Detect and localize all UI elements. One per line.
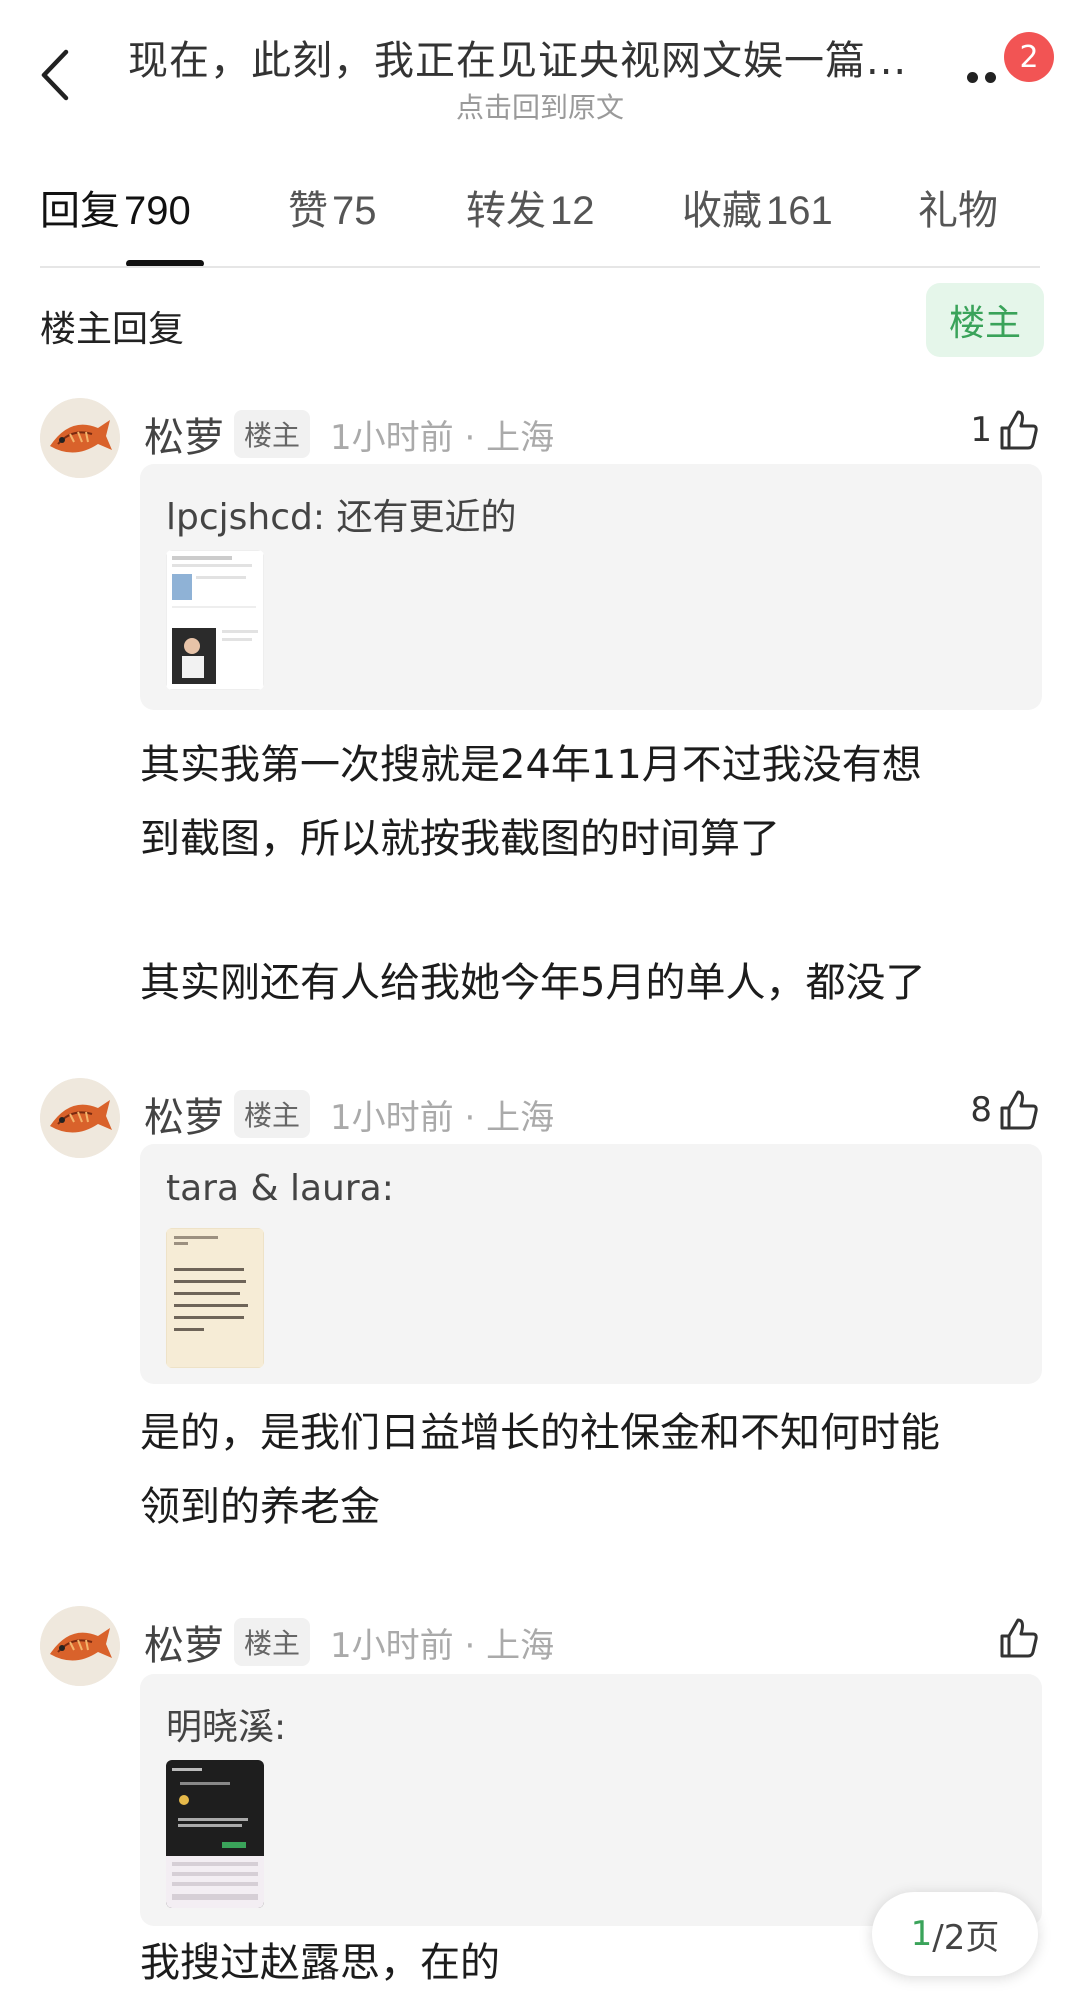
- tab-label: 回复: [40, 188, 120, 234]
- reply-meta: 松萝 楼主 1小时前 · 上海: [144, 1086, 554, 1142]
- avatar[interactable]: [40, 398, 120, 478]
- more-dot-icon: [967, 72, 978, 83]
- owner-tag: 楼主: [234, 410, 311, 458]
- interaction-tabs: 回复 790 赞 75 转发 12 收藏 161 礼物: [40, 178, 1040, 268]
- tab-divider: [40, 266, 1040, 268]
- reply-meta: 松萝 楼主 1小时前 · 上海: [144, 1614, 554, 1670]
- tab-label: 赞: [288, 188, 328, 234]
- reply-item: 松萝 楼主 1小时前 · 上海 1 lpcjshcd: 还有更近的 其实我第一次…: [0, 398, 1080, 1018]
- back-to-original-link[interactable]: 点击回到原文: [0, 86, 1080, 126]
- thumbs-up-icon: [1000, 1090, 1038, 1130]
- tab-count: 790: [124, 189, 191, 233]
- username[interactable]: 松萝: [144, 1085, 224, 1143]
- reply-item: 松萝 楼主 1小时前 · 上海 8 tara & laura: 是的，是我们日益…: [0, 1078, 1080, 1538]
- reply-meta: 松萝 楼主 1小时前 · 上海: [144, 406, 554, 462]
- reply-text-line: 其实刚还有人给我她今年5月的单人，都没了: [140, 960, 926, 1006]
- fish-avatar-icon: [40, 1606, 120, 1686]
- reply-text-line: [140, 876, 1040, 946]
- reply-text: 是的，是我们日益增长的社保金和不知何时能 领到的养老金: [140, 1396, 1040, 1544]
- avatar[interactable]: [40, 1078, 120, 1158]
- timestamp: 1小时前 · 上海: [330, 1097, 555, 1138]
- fish-avatar-icon: [40, 398, 120, 478]
- like-button[interactable]: [992, 1608, 1040, 1668]
- tab-likes[interactable]: 赞 75: [288, 178, 377, 236]
- quoted-text: lpcjshcd: 还有更近的: [166, 497, 517, 538]
- reply-text-line: 是的，是我们日益增长的社保金和不知何时能: [140, 1410, 940, 1456]
- thumbs-up-icon: [1000, 1618, 1038, 1658]
- reply-text-line: 到截图，所以就按我截图的时间算了: [140, 816, 780, 862]
- more-options-button[interactable]: [965, 52, 1005, 92]
- tab-gifts[interactable]: 礼物: [918, 178, 998, 236]
- timestamp: 1小时前 · 上海: [330, 1625, 555, 1666]
- fish-avatar-icon: [40, 1078, 120, 1158]
- tab-count: 161: [766, 189, 833, 233]
- quoted-reply[interactable]: 明晓溪:: [140, 1674, 1042, 1926]
- tab-favorites[interactable]: 收藏 161: [682, 178, 833, 236]
- quoted-image-thumbnail[interactable]: [166, 1760, 264, 1908]
- screenshot-thumbnail-icon: [166, 550, 264, 690]
- tab-label: 礼物: [918, 188, 998, 234]
- tab-label: 收藏: [682, 188, 762, 234]
- top-bar: 现在，此刻，我正在见证央视网文娱一篇... 点击回到原文 2: [0, 0, 1080, 150]
- username[interactable]: 松萝: [144, 1613, 224, 1671]
- quoted-text: 明晓溪:: [166, 1707, 287, 1748]
- like-button[interactable]: 1: [970, 400, 1040, 460]
- page-indicator[interactable]: 1/2页: [872, 1892, 1038, 1976]
- tab-count: 12: [550, 189, 595, 233]
- tab-label: 转发: [466, 188, 546, 234]
- username[interactable]: 松萝: [144, 405, 224, 463]
- quoted-image-thumbnail[interactable]: [166, 1228, 264, 1368]
- quoted-reply[interactable]: lpcjshcd: 还有更近的: [140, 464, 1042, 710]
- notification-badge[interactable]: 2: [1004, 32, 1054, 82]
- owner-tag: 楼主: [234, 1618, 311, 1666]
- reply-text-line: 其实我第一次搜就是24年11月不过我没有想: [140, 742, 922, 788]
- reply-text: 其实我第一次搜就是24年11月不过我没有想 到截图，所以就按我截图的时间算了 其…: [140, 728, 1040, 1020]
- current-page: 1: [910, 1914, 933, 1954]
- tab-count: 75: [332, 189, 377, 233]
- dark-screenshot-thumbnail-icon: [166, 1760, 264, 1908]
- handwritten-note-thumbnail-icon: [166, 1228, 264, 1368]
- thumbs-up-icon: [1000, 410, 1038, 450]
- like-count: 1: [970, 410, 992, 450]
- more-dot-icon: [985, 72, 996, 83]
- post-title[interactable]: 现在，此刻，我正在见证央视网文娱一篇...: [128, 28, 948, 86]
- tab-replies[interactable]: 回复 790: [40, 178, 191, 236]
- timestamp: 1小时前 · 上海: [330, 417, 555, 458]
- reply-text-line: 领到的养老金: [140, 1484, 380, 1530]
- total-pages: /2页: [932, 1917, 1000, 1958]
- avatar[interactable]: [40, 1606, 120, 1686]
- tab-reposts[interactable]: 转发 12: [466, 178, 595, 236]
- like-count: 8: [970, 1090, 992, 1130]
- quoted-reply[interactable]: tara & laura:: [140, 1144, 1042, 1384]
- like-button[interactable]: 8: [970, 1080, 1040, 1140]
- quoted-text: tara & laura:: [166, 1168, 394, 1209]
- owner-tag: 楼主: [234, 1090, 311, 1138]
- quoted-image-thumbnail[interactable]: [166, 550, 264, 690]
- owner-only-filter-button[interactable]: 楼主: [926, 283, 1044, 357]
- section-title: 楼主回复: [40, 309, 185, 350]
